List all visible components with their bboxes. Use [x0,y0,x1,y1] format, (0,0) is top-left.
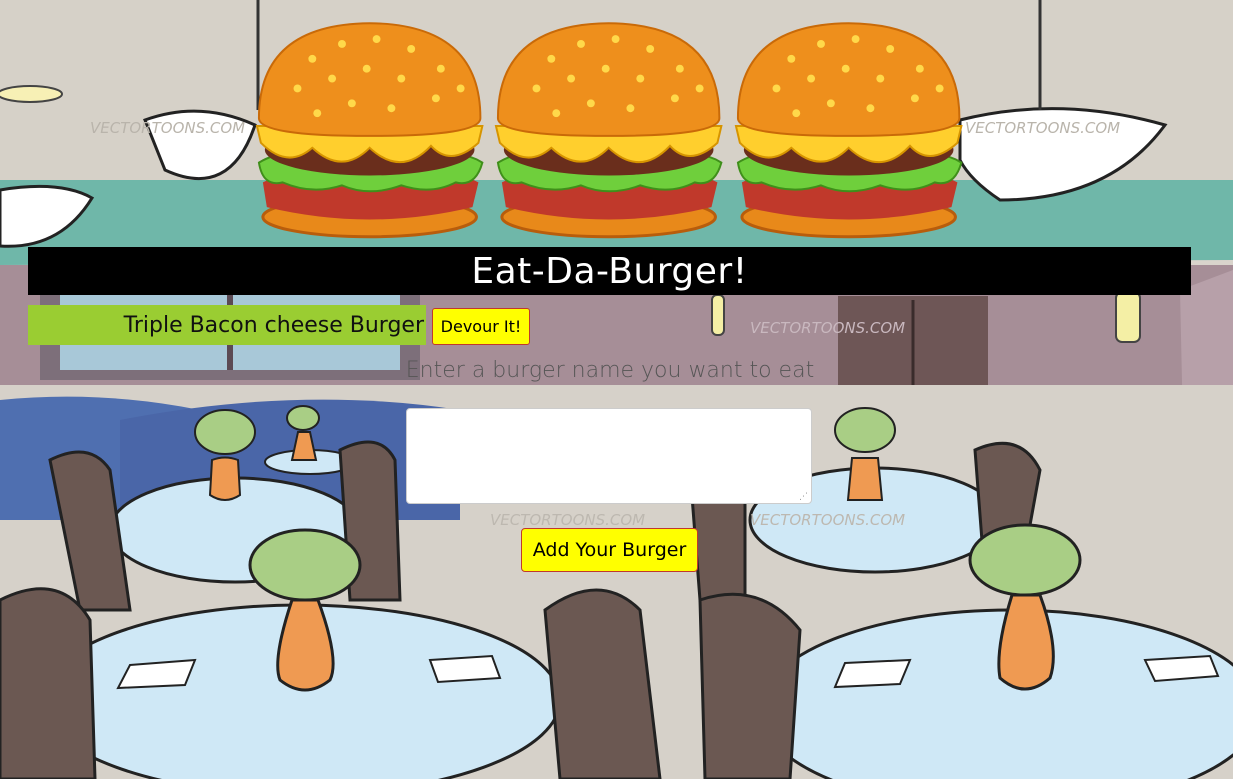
burger-image [734,22,963,239]
burger-image [495,22,723,239]
burger-banner [253,18,965,240]
add-burger-button[interactable]: Add Your Burger [521,528,698,572]
burger-name-prompt: Enter a burger name you want to eat [405,358,815,383]
page-header: Eat-Da-Burger! [28,247,1191,295]
svg-text:VECTORTOONS.COM: VECTORTOONS.COM [965,119,1120,137]
burger-list-item: Triple Bacon cheese Burger [28,305,426,345]
burger-image [255,22,484,239]
page-title: Eat-Da-Burger! [471,250,748,292]
burger-name-input[interactable] [406,408,812,504]
svg-text:VECTORTOONS.COM: VECTORTOONS.COM [750,319,905,337]
burger-name: Triple Bacon cheese Burger [123,312,424,338]
svg-text:VECTORTOONS.COM: VECTORTOONS.COM [750,511,905,529]
devour-button[interactable]: Devour It! [432,308,530,345]
svg-text:VECTORTOONS.COM: VECTORTOONS.COM [490,511,645,529]
watermark-text: VECTORTOONS.COM [90,119,245,137]
resize-grip-icon[interactable]: ⋰ [799,492,809,502]
